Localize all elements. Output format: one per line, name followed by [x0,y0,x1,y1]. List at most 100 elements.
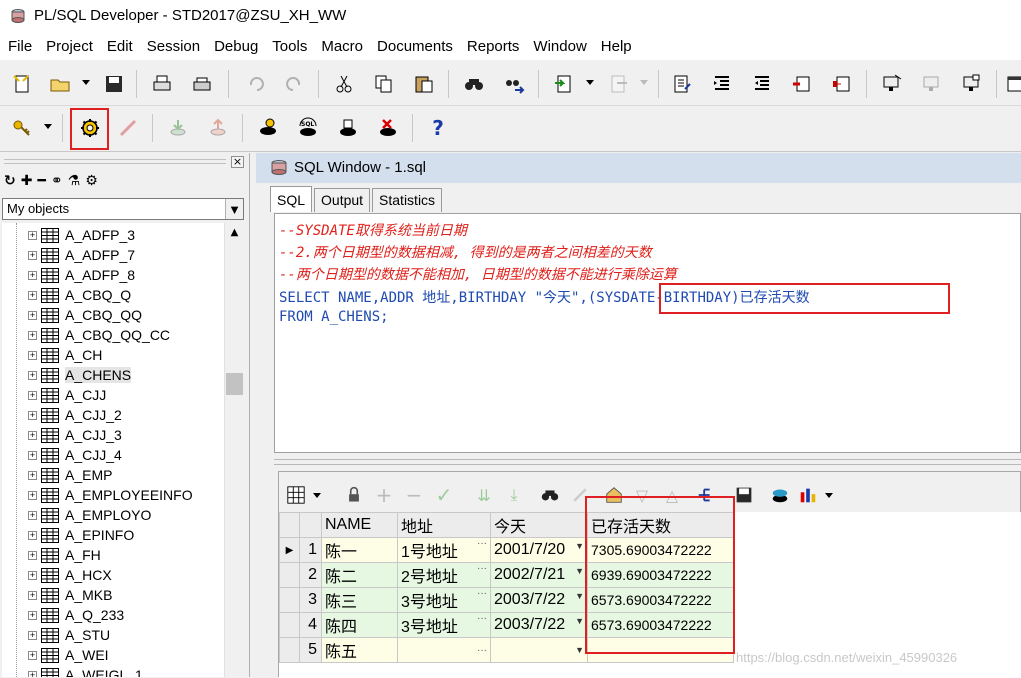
unindent-icon[interactable] [750,72,774,96]
tree-item[interactable]: + A_EMPLOYEEINFO [28,485,193,505]
sql-session-icon[interactable]: SQL [296,116,320,140]
tab-output[interactable]: Output [314,188,371,212]
menu-macro[interactable]: Macro [317,38,373,55]
expand-icon[interactable]: + [28,230,37,240]
cut-icon[interactable] [332,72,356,96]
column-header-addr[interactable]: 地址 [397,512,491,538]
undo-icon[interactable] [244,72,268,96]
row-indicator[interactable] [279,587,300,613]
tree-item[interactable]: + A_ADFP_7 [28,245,135,265]
delete-record-icon[interactable]: − [403,483,425,507]
ellipsis-button[interactable]: ··· [477,645,487,656]
lock-icon[interactable] [343,484,365,506]
cell-addr[interactable]: 3号地址 ··· [397,587,491,613]
grid-select-icon[interactable] [285,484,307,506]
tree-item[interactable]: + A_CBQ_QQ_CC [28,325,170,345]
add-icon[interactable]: ✚ [21,173,33,193]
expand-icon[interactable]: + [28,310,37,320]
insert-record-icon[interactable]: + [373,483,395,507]
chevron-down-icon[interactable]: ▼ [575,566,584,576]
copy-icon[interactable] [372,72,396,96]
row-indicator[interactable]: ▶ [279,537,300,563]
expand-icon[interactable]: + [28,450,37,460]
export-results-icon[interactable] [769,484,791,506]
column-header-today[interactable]: 今天 [490,512,588,538]
close-icon[interactable]: × [231,156,244,168]
tree-item[interactable]: + A_CBQ_QQ [28,305,142,325]
menu-debug[interactable]: Debug [210,38,268,55]
chevron-down-icon[interactable]: ▼ [575,645,584,655]
cell-name[interactable]: 陈五 [321,637,398,663]
redo-icon[interactable] [282,72,306,96]
tree-item[interactable]: + A_HCX [28,565,112,585]
tree-item[interactable]: + A_CHENS [28,365,132,385]
menu-reports[interactable]: Reports [463,38,530,55]
cell-name[interactable]: 陈三 [321,587,398,613]
print-icon[interactable] [150,72,174,96]
cell-name[interactable]: 陈一 [321,537,398,563]
paste-icon[interactable] [412,72,436,96]
key-icon[interactable] [10,116,34,140]
uncomment-icon[interactable] [830,72,854,96]
chevron-down-icon[interactable]: ▼ [225,199,243,219]
export-icon[interactable] [606,72,630,96]
expand-icon[interactable]: + [28,670,37,677]
column-header-name[interactable]: NAME [321,512,398,538]
tree-item[interactable]: + A_ADFP_3 [28,225,135,245]
fetch-next-icon[interactable]: ⇊ [473,484,495,506]
db-delete-icon[interactable] [376,116,400,140]
expand-icon[interactable]: + [28,470,37,480]
tree-item[interactable]: + A_EMP [28,465,112,485]
tree-item[interactable]: + A_WEIGL_1 [28,665,143,677]
cell-date[interactable]: 2003/7/22 ▼ [490,587,588,613]
monitor-disabled-icon[interactable] [920,72,944,96]
expand-icon[interactable]: + [28,510,37,520]
chevron-down-icon[interactable]: ▼ [575,541,584,551]
indent-icon[interactable] [710,72,734,96]
tree-item[interactable]: + A_CJJ_2 [28,405,122,425]
post-changes-icon[interactable]: ✓ [433,483,455,507]
tree-item[interactable]: + A_EPINFO [28,525,134,545]
db-disconnect-icon[interactable] [336,116,360,140]
refresh-icon[interactable]: ↻ [4,173,16,193]
find-next-icon[interactable] [502,72,526,96]
expand-icon[interactable]: + [28,370,37,380]
document-edit-icon[interactable] [670,72,694,96]
menu-window[interactable]: Window [529,38,596,55]
scroll-up-icon[interactable]: ▲ [225,223,244,241]
row-indicator[interactable] [279,562,300,588]
help-icon[interactable]: ? [426,116,450,140]
expand-icon[interactable]: + [28,410,37,420]
expand-icon[interactable]: + [28,330,37,340]
tree-item[interactable]: + A_FH [28,545,101,565]
open-folder-icon[interactable] [48,72,72,96]
tree-item[interactable]: + A_MKB [28,585,112,605]
cell-name[interactable]: 陈四 [321,612,398,638]
commit-icon[interactable] [166,116,190,140]
row-indicator[interactable] [279,637,300,663]
filter-icon[interactable]: ⚗ [68,173,81,193]
tab-statistics[interactable]: Statistics [372,188,443,212]
tree-item[interactable]: + A_CJJ [28,385,106,405]
tree-item[interactable]: + A_Q_233 [28,605,124,625]
expand-icon[interactable]: + [28,610,37,620]
menu-help[interactable]: Help [597,38,642,55]
find-objects-icon[interactable]: ⚭ [51,173,63,193]
ellipsis-button[interactable]: ··· [477,614,487,625]
expand-icon[interactable]: + [28,490,37,500]
cell-date[interactable]: 2001/7/20 ▼ [490,537,588,563]
expand-icon[interactable]: + [28,630,37,640]
window-list-icon[interactable] [1004,72,1021,96]
expand-icon[interactable]: + [28,550,37,560]
monitor-window-icon[interactable] [960,72,984,96]
menu-documents[interactable]: Documents [373,38,463,55]
menu-file[interactable]: File [4,38,42,55]
tree-item[interactable]: + A_CH [28,345,102,365]
cell-date[interactable]: 2002/7/21 ▼ [490,562,588,588]
tree-item[interactable]: + A_ADFP_8 [28,265,135,285]
cell-addr[interactable]: 1号地址 ··· [397,537,491,563]
row-indicator[interactable] [279,612,300,638]
rollback-icon[interactable] [206,116,230,140]
menu-edit[interactable]: Edit [103,38,143,55]
expand-icon[interactable]: + [28,530,37,540]
